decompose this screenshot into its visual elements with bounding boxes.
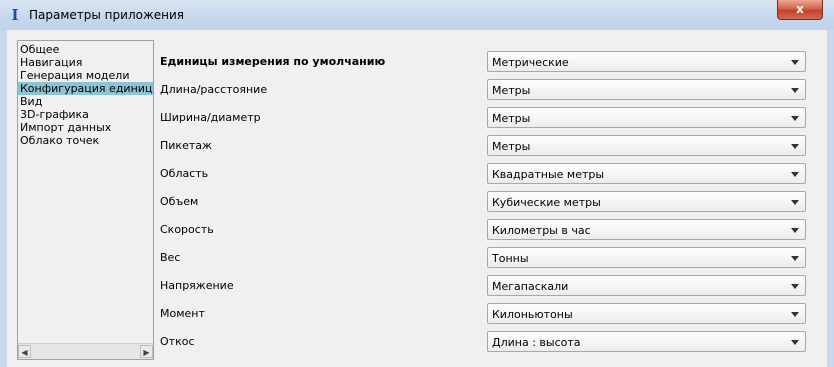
chevron-down-icon	[791, 228, 799, 233]
units-default-select[interactable]: Метрические	[487, 51, 806, 72]
nav-item-view[interactable]: Вид	[18, 95, 153, 108]
nav-item-point-cloud[interactable]: Облако точек	[18, 134, 153, 147]
unit-label: Объем	[160, 195, 199, 208]
unit-row-width: Ширина/диаметр Метры	[160, 107, 820, 129]
chevron-down-icon	[791, 172, 799, 177]
unit-value: Метры	[492, 140, 531, 153]
nav-item-3d-graphics[interactable]: 3D-графика	[18, 108, 153, 121]
unit-value: Длина : высота	[492, 336, 581, 349]
settings-nav: Общее Навигация Генерация модели Конфигу…	[17, 40, 154, 360]
scroll-left-icon[interactable]: ◀	[18, 345, 31, 358]
unit-value: Килоньютоны	[492, 308, 573, 321]
unit-select-volume[interactable]: Кубические метры	[487, 191, 806, 212]
unit-label: Пикетаж	[160, 139, 212, 152]
unit-label: Длина/расстояние	[160, 83, 268, 96]
title-bar: I Параметры приложения x	[0, 0, 834, 31]
unit-select-area[interactable]: Квадратные метры	[487, 163, 806, 184]
unit-row-length: Длина/расстояние Метры	[160, 79, 820, 101]
scroll-right-icon[interactable]: ▶	[140, 345, 153, 358]
unit-select-stress[interactable]: Мегапаскали	[487, 275, 806, 296]
nav-item-model-generation[interactable]: Генерация модели	[18, 69, 153, 82]
app-logo-icon: I	[11, 6, 19, 24]
nav-item-general[interactable]: Общее	[18, 43, 153, 56]
unit-value: Метры	[492, 84, 531, 97]
units-default-label: Единицы измерения по умолчанию	[160, 55, 386, 68]
close-button[interactable]: x	[777, 0, 823, 20]
unit-label: Откос	[160, 335, 195, 348]
unit-select-speed[interactable]: Километры в час	[487, 219, 806, 240]
chevron-down-icon	[791, 312, 799, 317]
units-default-value: Метрические	[492, 56, 569, 69]
unit-row-slope: Откос Длина : высота	[160, 331, 820, 353]
units-default-row: Единицы измерения по умолчанию Метрическ…	[160, 51, 820, 73]
unit-select-weight[interactable]: Тонны	[487, 247, 806, 268]
nav-item-units-config[interactable]: Конфигурация единиц измерения	[18, 82, 153, 95]
unit-select-slope[interactable]: Длина : высота	[487, 331, 806, 352]
unit-value: Тонны	[492, 252, 529, 265]
nav-horizontal-scrollbar[interactable]: ◀ ▶	[18, 343, 153, 359]
unit-value: Мегапаскали	[492, 280, 569, 293]
unit-label: Ширина/диаметр	[160, 111, 261, 124]
unit-row-weight: Вес Тонны	[160, 247, 820, 269]
dialog-body: Общее Навигация Генерация модели Конфигу…	[7, 30, 827, 367]
window-frame-right	[827, 30, 834, 367]
chevron-down-icon	[791, 116, 799, 121]
unit-select-moment[interactable]: Килоньютоны	[487, 303, 806, 324]
chevron-down-icon	[791, 340, 799, 345]
chevron-down-icon	[791, 200, 799, 205]
unit-label: Область	[160, 167, 209, 180]
chevron-down-icon	[791, 256, 799, 261]
unit-row-speed: Скорость Километры в час	[160, 219, 820, 241]
unit-row-volume: Объем Кубические метры	[160, 191, 820, 213]
chevron-down-icon	[791, 144, 799, 149]
nav-item-data-import[interactable]: Импорт данных	[18, 121, 153, 134]
settings-nav-list: Общее Навигация Генерация модели Конфигу…	[18, 41, 153, 147]
unit-row-station: Пикетаж Метры	[160, 135, 820, 157]
unit-select-station[interactable]: Метры	[487, 135, 806, 156]
unit-value: Квадратные метры	[492, 168, 605, 181]
unit-label: Вес	[160, 251, 181, 264]
unit-label: Момент	[160, 307, 205, 320]
unit-value: Километры в час	[492, 224, 591, 237]
unit-label: Напряжение	[160, 279, 234, 292]
unit-value: Кубические метры	[492, 196, 601, 209]
window-frame-left	[0, 30, 7, 367]
unit-select-width[interactable]: Метры	[487, 107, 806, 128]
chevron-down-icon	[791, 88, 799, 93]
unit-row-stress: Напряжение Мегапаскали	[160, 275, 820, 297]
nav-item-navigation[interactable]: Навигация	[18, 56, 153, 69]
unit-row-moment: Момент Килоньютоны	[160, 303, 820, 325]
unit-label: Скорость	[160, 223, 214, 236]
chevron-down-icon	[791, 284, 799, 289]
unit-value: Метры	[492, 112, 531, 125]
window-title: Параметры приложения	[29, 8, 185, 22]
unit-row-area: Область Квадратные метры	[160, 163, 820, 185]
unit-select-length[interactable]: Метры	[487, 79, 806, 100]
chevron-down-icon	[791, 60, 799, 65]
